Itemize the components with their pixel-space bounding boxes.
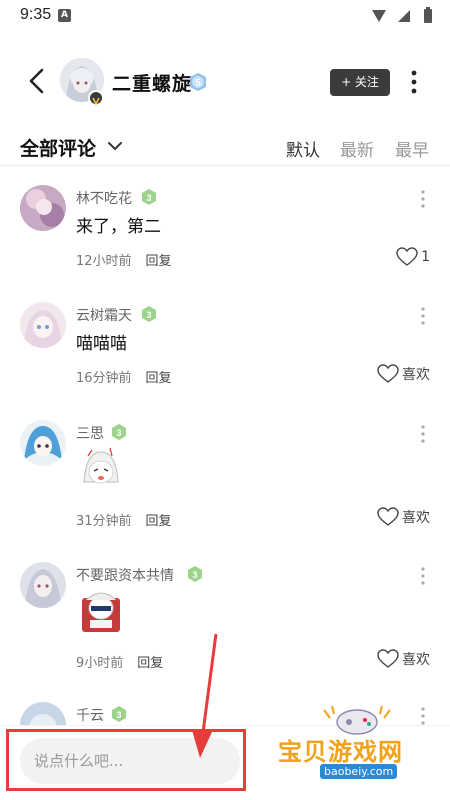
commenter-name[interactable]: 千云 [76,705,104,725]
follow-button[interactable]: + 关注 [330,69,390,96]
comment-more-icon[interactable] [418,189,428,209]
battery-icon [424,9,432,23]
reply-button[interactable]: 回复 [146,371,172,386]
commenter-name[interactable]: 林不吃花 [76,188,132,208]
sort-newest-tab[interactable]: 最新 [340,136,374,161]
all-comments-dropdown[interactable]: 全部评论 [20,134,96,161]
like-label: 喜欢 [402,509,430,526]
level-badge-icon: 3 [112,424,126,440]
like-count: 1 [421,248,430,265]
like-button[interactable]: 喜欢 [377,506,430,530]
level-badge-icon: 3 [112,706,126,722]
comment-text: 来了，第二 [76,217,161,237]
watermark-title: 宝贝游戏网 [278,738,403,766]
reply-button[interactable]: 回复 [137,656,163,671]
svg-text:3: 3 [146,310,151,320]
like-button[interactable]: 喜欢 [377,648,430,672]
comment-meta: 16分钟前 回复 [76,367,172,386]
status-icons [372,7,432,23]
svg-text:5: 5 [195,78,201,89]
verified-badge-icon [88,90,104,106]
sort-oldest-tab[interactable]: 最早 [395,136,429,161]
level-badge-icon: 5 [190,73,206,91]
like-button[interactable]: 喜欢 [377,363,430,387]
comment-time: 12小时前 [76,254,132,269]
comment-more-icon[interactable] [418,424,428,444]
comment-more-icon[interactable] [418,306,428,326]
comment-meta: 31分钟前 回复 [76,510,172,529]
wifi-icon [372,10,386,22]
like-button[interactable]: 1 [396,246,430,270]
heart-icon [377,506,399,526]
heart-icon [377,648,399,668]
comment-time: 31分钟前 [76,514,132,529]
filter-bar: 全部评论 默认 最新 最早 [0,128,450,166]
commenter-avatar[interactable] [20,702,66,725]
comment-meta: 12小时前 回复 [76,250,172,269]
commenter-name[interactable]: 云树霜天 [76,305,132,325]
notification-icon: A [58,9,71,22]
svg-text:3: 3 [116,710,121,720]
status-time: 9:35 [20,6,52,23]
level-badge-icon: 3 [142,306,156,322]
commenter-avatar[interactable] [20,420,66,466]
sticker-image [82,592,120,632]
comment-text: 喵喵喵 [76,334,127,354]
svg-text:3: 3 [116,428,121,438]
comment-time: 16分钟前 [76,371,132,386]
heart-icon [396,246,418,266]
like-label: 喜欢 [402,651,430,668]
svg-text:3: 3 [146,193,151,203]
watermark-logo: 宝贝游戏网 baobeiy.com [272,700,442,790]
signal-icon [398,10,410,22]
level-badge-icon: 3 [188,566,202,582]
commenter-avatar[interactable] [20,562,66,608]
status-bar: 9:35 A [0,0,450,32]
more-vertical-icon[interactable] [406,68,422,96]
sticker-image [83,447,119,484]
watermark-url: baobeiy.com [320,764,398,779]
commenter-name[interactable]: 不要跟资本共情 [76,565,174,585]
sort-default-tab[interactable]: 默认 [286,136,320,161]
comment-time: 9小时前 [76,656,124,671]
header: 二重螺旋 5 + 关注 [0,50,450,112]
comment-more-icon[interactable] [418,566,428,586]
svg-text:3: 3 [192,570,197,580]
level-badge-icon: 3 [142,189,156,205]
heart-icon [377,363,399,383]
commenter-name[interactable]: 三思 [76,423,104,443]
reply-button[interactable]: 回复 [146,254,172,269]
comment-meta: 9小时前 回复 [76,652,163,671]
page-title: 二重螺旋 [112,73,193,95]
chevron-down-icon[interactable] [107,138,123,154]
annotation-arrow-icon [192,633,218,758]
back-icon[interactable] [22,66,52,96]
commenter-avatar[interactable] [20,302,66,348]
reply-button[interactable]: 回复 [146,514,172,529]
like-label: 喜欢 [402,366,430,383]
commenter-avatar[interactable] [20,185,66,231]
